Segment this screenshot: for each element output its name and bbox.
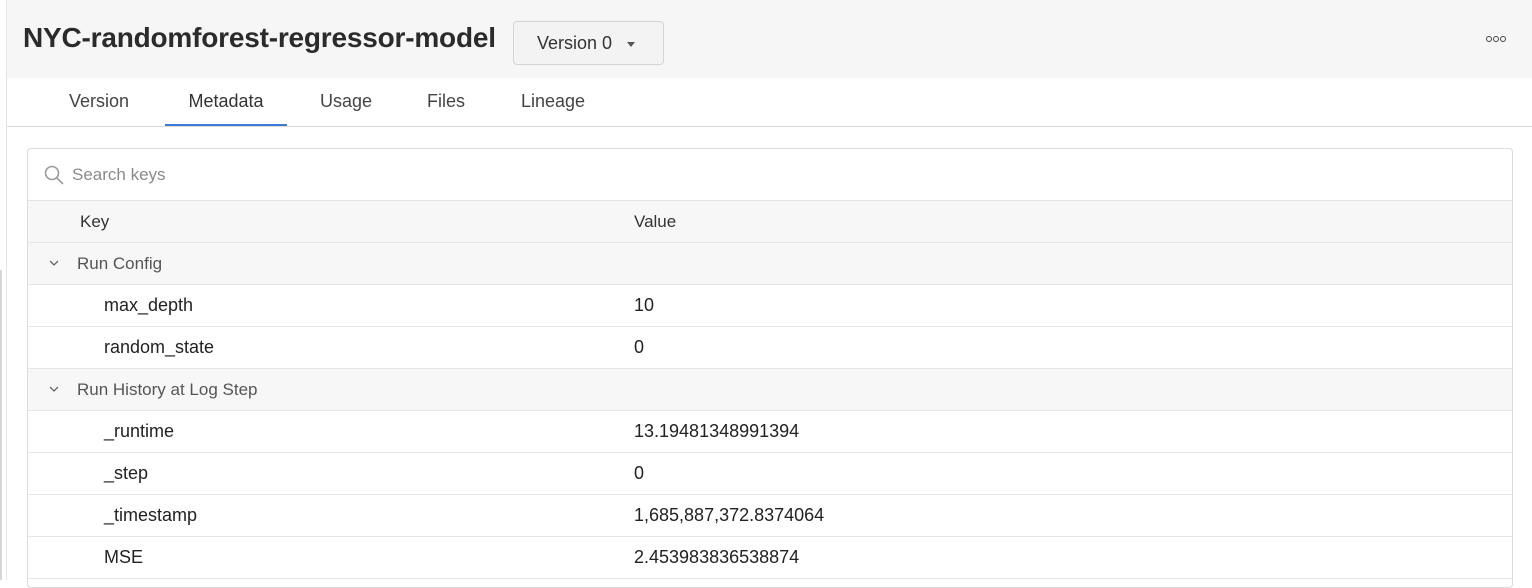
group-row-run-history[interactable]: Run History at Log Step [28, 369, 1512, 411]
row-value: 10 [634, 295, 655, 315]
row-key: max_depth [104, 295, 194, 315]
row-value: 1,685,887,372.8374064 [634, 505, 825, 525]
column-header-value: Value [634, 212, 677, 231]
table-row: _runtime 13.19481348991394 [28, 411, 1512, 453]
row-key: _runtime [104, 421, 175, 441]
row-value: 2.453983836538874 [634, 547, 800, 567]
more-options-icon[interactable] [1486, 36, 1506, 42]
scroll-indicator[interactable] [0, 270, 2, 580]
tab-usage[interactable]: Usage [301, 78, 391, 126]
row-key: random_state [104, 337, 215, 357]
page-title: NYC-randomforest-regressor-model [23, 22, 496, 53]
tab-version[interactable]: Version [45, 78, 153, 126]
version-label: Version 0 [537, 32, 613, 53]
row-value: 0 [634, 463, 645, 483]
tab-metadata[interactable]: Metadata [165, 78, 287, 126]
row-value: 13.19481348991394 [634, 421, 800, 441]
table-row: MSE 2.453983836538874 [28, 537, 1512, 579]
tab-lineage[interactable]: Lineage [507, 78, 599, 126]
table-row: _step 0 [28, 453, 1512, 495]
table-row: random_state 0 [28, 327, 1512, 369]
model-panel: NYC-randomforest-regressor-model Version… [7, 0, 1532, 588]
row-value: 0 [634, 337, 645, 357]
metadata-table: Key Value Run Config max_depth 10 random… [27, 148, 1513, 588]
group-label: Run Config [77, 254, 163, 273]
left-gutter [0, 0, 7, 580]
group-label: Run History at Log Step [77, 380, 258, 399]
table-row: max_depth 10 [28, 285, 1512, 327]
page-header: NYC-randomforest-regressor-model Version… [7, 0, 1532, 78]
caret-down-icon [627, 41, 636, 47]
table-row: _timestamp 1,685,887,372.8374064 [28, 495, 1512, 537]
group-row-run-config[interactable]: Run Config [28, 243, 1512, 285]
row-key: MSE [104, 547, 144, 567]
version-dropdown[interactable]: Version 0 [513, 21, 664, 65]
table-header: Key Value [28, 201, 1512, 243]
column-header-key: Key [80, 212, 110, 231]
row-key: _step [104, 463, 149, 483]
chevron-down-icon[interactable] [49, 258, 59, 268]
search-input[interactable] [72, 159, 972, 191]
search-icon [44, 165, 64, 185]
search-bar [28, 149, 1512, 201]
tab-files[interactable]: Files [407, 78, 485, 126]
row-key: _timestamp [104, 505, 198, 525]
chevron-down-icon[interactable] [49, 384, 59, 394]
tab-bar: Version Metadata Usage Files Lineage [7, 78, 1532, 127]
